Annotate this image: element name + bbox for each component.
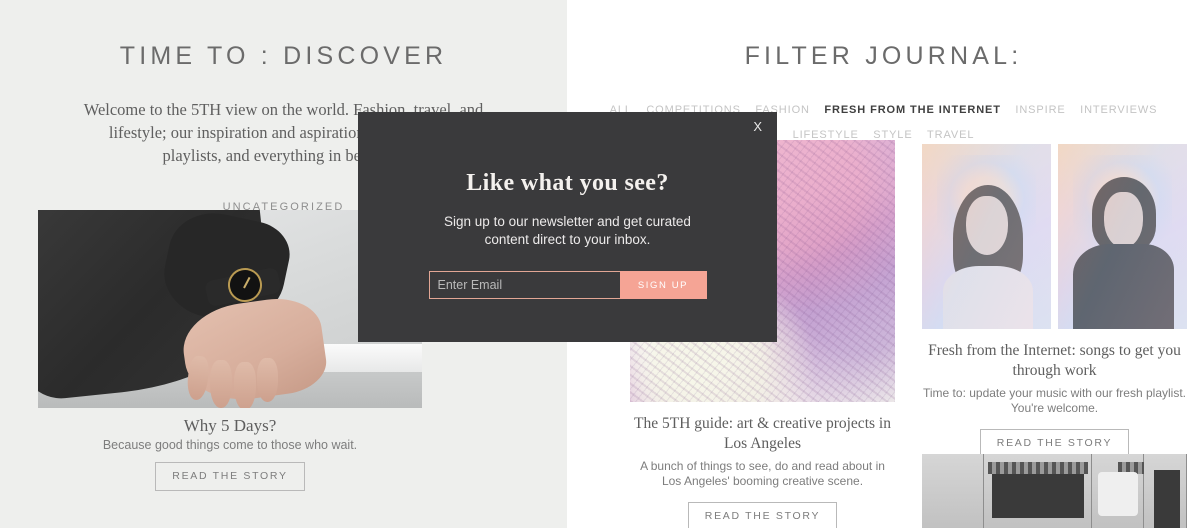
photo-finger: [257, 358, 278, 402]
close-icon[interactable]: X: [747, 116, 768, 137]
portrait-color-wash: [922, 144, 1051, 329]
signup-button[interactable]: SIGN UP: [619, 271, 707, 300]
journal-card-subtitle: Time to: update your music with our fres…: [923, 385, 1186, 416]
photo-finger: [234, 362, 256, 408]
journal-card-subtitle: A bunch of things to see, do and read ab…: [640, 458, 885, 489]
street-sign: [1098, 472, 1138, 516]
journal-card-title[interactable]: Fresh from the Internet: songs to get yo…: [922, 341, 1187, 381]
portrait-color-wash: [1058, 144, 1187, 329]
journal-card: [922, 454, 1187, 528]
journal-card-image-portraits[interactable]: [922, 144, 1187, 329]
street-window: [1154, 470, 1180, 528]
portrait-right: [1058, 144, 1187, 329]
newsletter-modal: X Like what you see? Sign up to our news…: [358, 112, 777, 342]
portrait-left: [922, 144, 1051, 329]
email-field[interactable]: [428, 271, 620, 300]
photo-finger: [210, 360, 232, 408]
journal-card-title[interactable]: The 5TH guide: art & creative projects i…: [630, 414, 895, 454]
filter-item-interviews[interactable]: INTERVIEWS: [1080, 104, 1157, 116]
read-the-story-button[interactable]: READ THE STORY: [687, 501, 838, 528]
left-card-subtitle: Because good things come to those who wa…: [102, 438, 358, 452]
journal-card-button-wrap: READ THE STORY: [630, 501, 895, 528]
modal-heading: Like what you see?: [466, 170, 669, 196]
street-awning: [988, 462, 1088, 474]
filter-item-inspire[interactable]: INSPIRE: [1015, 104, 1065, 116]
journal-card: Fresh from the Internet: songs to get yo…: [922, 144, 1187, 458]
left-card-title[interactable]: Why 5 Days?: [0, 416, 460, 436]
filter-journal-title: FILTER JOURNAL:: [744, 42, 1023, 70]
newsletter-form: SIGN UP: [428, 271, 707, 300]
street-building: [922, 454, 984, 528]
left-card-button-wrap: READ THE STORY: [0, 462, 460, 491]
filter-item-fresh-from-the-internet[interactable]: FRESH FROM THE INTERNET: [824, 104, 1001, 116]
journal-card-image-storefront[interactable]: [922, 454, 1187, 528]
modal-subheading: Sign up to our newsletter and get curate…: [444, 214, 691, 248]
left-page-title: TIME TO : DISCOVER: [119, 42, 448, 70]
read-the-story-button[interactable]: READ THE STORY: [155, 462, 305, 491]
page-root: TIME TO : DISCOVER Welcome to the 5TH vi…: [0, 0, 1200, 528]
street-window: [992, 472, 1084, 518]
